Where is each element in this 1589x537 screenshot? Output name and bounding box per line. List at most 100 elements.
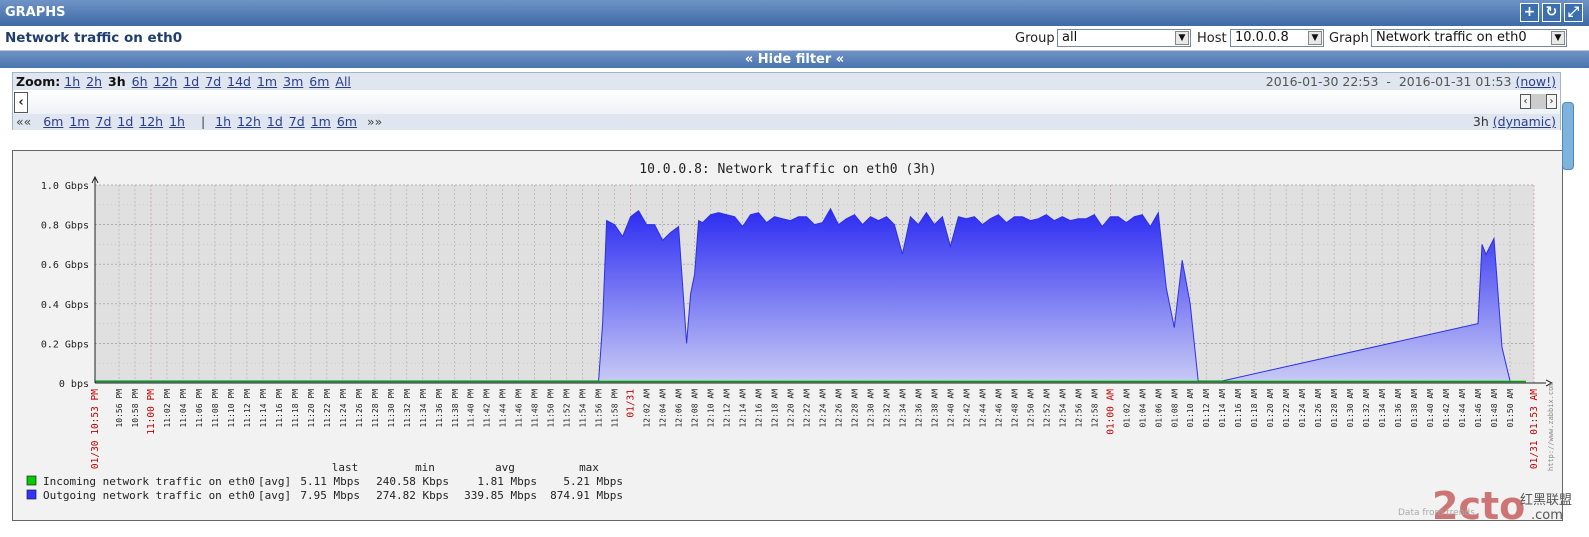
- zoom-option-2h[interactable]: 2h: [86, 74, 102, 89]
- x-tick-label: 01:46 AM: [1474, 389, 1483, 428]
- x-tick-label: 12:54 AM: [1058, 389, 1067, 428]
- x-tick-label: 12:20 AM: [787, 389, 796, 428]
- plus-icon[interactable]: +: [1520, 3, 1539, 22]
- x-tick-label: 11:12 PM: [243, 389, 252, 428]
- slider-bar[interactable]: [1531, 94, 1546, 109]
- back-option-1h[interactable]: 1h: [169, 114, 185, 129]
- now-link[interactable]: (now!): [1515, 74, 1556, 89]
- period-value: 3h: [1472, 114, 1489, 129]
- x-tick-label: 12:46 AM: [994, 389, 1003, 428]
- x-tick-label: 12:02 AM: [643, 389, 652, 428]
- back-option-1m[interactable]: 1m: [69, 114, 89, 129]
- back-option-1d[interactable]: 1d: [117, 114, 133, 129]
- legend-func: [avg]: [258, 489, 291, 502]
- zoom-option-3h[interactable]: 3h: [108, 74, 126, 89]
- back-option-7d[interactable]: 7d: [96, 114, 112, 129]
- zoom-option-6m[interactable]: 6m: [309, 74, 329, 89]
- legend-max-value: 5.21 Mbps: [563, 475, 623, 488]
- y-tick-label: 0.2 Gbps: [41, 339, 89, 350]
- zoom-option-3m[interactable]: 3m: [283, 74, 303, 89]
- x-tick-label: 01:24 AM: [1298, 389, 1307, 428]
- x-tick-label: 12:42 AM: [962, 389, 971, 428]
- chevron-down-icon: ▼: [1551, 31, 1565, 45]
- x-tick-label: 01:42 AM: [1442, 389, 1451, 428]
- x-tick-label: 12:04 AM: [659, 389, 668, 428]
- zoom-option-All[interactable]: All: [335, 74, 351, 89]
- x-tick-label: 12:18 AM: [771, 389, 780, 428]
- x-tick-label: 11:10 PM: [227, 389, 236, 428]
- range-to: 2016-01-31 01:53: [1398, 74, 1512, 89]
- zoom-option-14d[interactable]: 14d: [227, 74, 251, 89]
- x-tick-label: 01:14 AM: [1218, 389, 1227, 428]
- x-tick-label: 11:24 PM: [339, 389, 348, 428]
- x-tick-label: 01:40 AM: [1426, 389, 1435, 428]
- zoom-option-1h[interactable]: 1h: [64, 74, 80, 89]
- zoom-option-12h[interactable]: 12h: [154, 74, 178, 89]
- x-tick-label: 01:32 AM: [1362, 389, 1371, 428]
- side-url-text: http://www.zabbix.com: [1547, 382, 1555, 471]
- forward-option-1h[interactable]: 1h: [215, 114, 231, 129]
- fullscreen-icon[interactable]: ⤢: [1564, 3, 1583, 22]
- x-tick-label: 01/31 01:53 AM: [1529, 389, 1540, 469]
- back-option-6m[interactable]: 6m: [43, 114, 63, 129]
- x-tick-label: 11:58 PM: [611, 389, 620, 428]
- forward-arrows: »»: [366, 114, 383, 129]
- graph-select[interactable]: Network traffic on eth0 ▼: [1371, 29, 1567, 47]
- window-title: GRAPHS: [5, 5, 66, 20]
- x-tick-label: 12:48 AM: [1010, 389, 1019, 428]
- y-tick-label: 0.6 Gbps: [41, 260, 89, 271]
- slider-right-handle-icon[interactable]: ›: [1546, 94, 1557, 109]
- x-tick-label: 12:50 AM: [1026, 389, 1035, 428]
- time-navigator: Zoom: 1h 2h 3h 6h 12h 1d 7d 14d 1m 3m 6m All 2016-0…: [12, 72, 1561, 130]
- refresh-icon[interactable]: ↻: [1542, 3, 1561, 22]
- zoom-option-1m[interactable]: 1m: [257, 74, 277, 89]
- scroll-row: ‹ ‹ ›: [13, 90, 1560, 114]
- zoom-option-7d[interactable]: 7d: [205, 74, 221, 89]
- hide-filter-button[interactable]: « Hide filter «: [0, 51, 1589, 68]
- x-tick-label: 01:18 AM: [1250, 389, 1259, 428]
- x-tick-label: 11:32 PM: [403, 389, 412, 428]
- back-option-12h[interactable]: 12h: [139, 114, 163, 129]
- period-separator: |: [200, 114, 206, 129]
- x-tick-label: 01:26 AM: [1314, 389, 1323, 428]
- x-tick-label: 01:00 AM: [1105, 389, 1116, 435]
- host-select[interactable]: 10.0.0.8 ▼: [1230, 29, 1324, 47]
- x-tick-label: 11:20 PM: [307, 389, 316, 428]
- header-row: Network traffic on eth0 Group all ▼ Host…: [0, 26, 1589, 51]
- x-tick-label: 11:36 PM: [435, 389, 444, 428]
- x-tick-label: 12:06 AM: [675, 389, 684, 428]
- forward-option-6m[interactable]: 6m: [337, 114, 357, 129]
- watermark-logo: 2cto: [1432, 484, 1526, 528]
- forward-option-7d[interactable]: 7d: [289, 114, 305, 129]
- x-tick-label: 11:56 PM: [595, 389, 604, 428]
- watermark-com: .com: [1531, 508, 1563, 523]
- x-tick-label: 12:12 AM: [723, 389, 732, 428]
- x-tick-label: 11:44 PM: [499, 389, 508, 428]
- side-tab[interactable]: [1562, 102, 1574, 170]
- y-tick-label: 0.4 Gbps: [41, 300, 89, 311]
- zoom-option-1d[interactable]: 1d: [183, 74, 199, 89]
- legend-func: [avg]: [258, 475, 291, 488]
- forward-option-1m[interactable]: 1m: [311, 114, 331, 129]
- x-tick-label: 12:24 AM: [818, 389, 827, 428]
- forward-option-1d[interactable]: 1d: [267, 114, 283, 129]
- forward-options: 1h 12h 1d 7d 1m 6m: [215, 114, 363, 129]
- period-slider[interactable]: ‹ ›: [1520, 90, 1558, 114]
- x-tick-label: 11:38 PM: [451, 389, 460, 428]
- scroll-left-button[interactable]: ‹: [14, 92, 28, 113]
- x-tick-label: 01:44 AM: [1458, 389, 1467, 428]
- period-row: «« 6m 1m 7d 1d 12h 1h | 1h 12h 1d 7d 1m 6m »» 3h (…: [13, 114, 1560, 130]
- x-tick-label: 12:56 AM: [1074, 389, 1083, 428]
- slider-left-handle-icon[interactable]: ‹: [1520, 94, 1531, 109]
- forward-option-12h[interactable]: 12h: [237, 114, 261, 129]
- x-tick-label: 11:16 PM: [275, 389, 284, 428]
- legend-swatch: [26, 475, 37, 486]
- x-tick-label: 01/30 10:53 PM: [90, 389, 101, 469]
- window-title-bar: GRAPHS + ↻ ⤢: [0, 0, 1589, 26]
- zoom-option-6h[interactable]: 6h: [132, 74, 148, 89]
- group-select[interactable]: all ▼: [1057, 29, 1191, 47]
- x-tick-label: 12:58 AM: [1090, 389, 1099, 428]
- x-tick-label: 11:30 PM: [387, 389, 396, 428]
- dynamic-toggle[interactable]: (dynamic): [1493, 114, 1556, 129]
- watermark-cn: 红黑联盟: [1520, 493, 1573, 508]
